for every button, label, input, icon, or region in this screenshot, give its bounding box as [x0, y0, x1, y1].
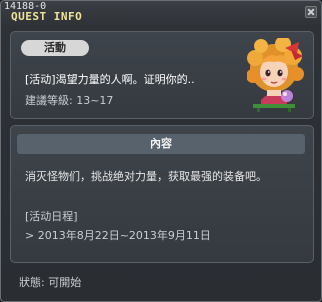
- quest-description: 消灭怪物们，挑战绝对力量，获取最强的装备吧。: [25, 170, 267, 183]
- npc-portrait-icon: [247, 38, 304, 112]
- quest-summary-panel: 活動 [活动]渴望力量的人啊。证明你的.. 建議等級: 13~17: [10, 31, 314, 119]
- close-icon[interactable]: [305, 6, 317, 18]
- quest-status: 狀態: 可開始: [19, 276, 82, 289]
- quest-info-window: 14188-0 QUEST INFO 活動 [活动]渴望力量的人啊。证明你的..…: [0, 0, 322, 302]
- content-section-header: 內容: [17, 134, 305, 154]
- recommended-level: 建議等級: 13~17: [25, 94, 114, 107]
- window-title: QUEST INFO: [11, 10, 83, 23]
- quest-name: [活动]渴望力量的人啊。证明你的..: [25, 73, 195, 86]
- quest-category-badge: 活動: [21, 40, 89, 56]
- schedule-dates: > 2013年8月22日~2013年9月11日: [25, 229, 211, 242]
- quest-content-panel: 內容 消灭怪物们，挑战绝对力量，获取最强的装备吧。 [活动日程] > 2013年…: [10, 125, 314, 263]
- schedule-label: [活动日程]: [25, 210, 78, 223]
